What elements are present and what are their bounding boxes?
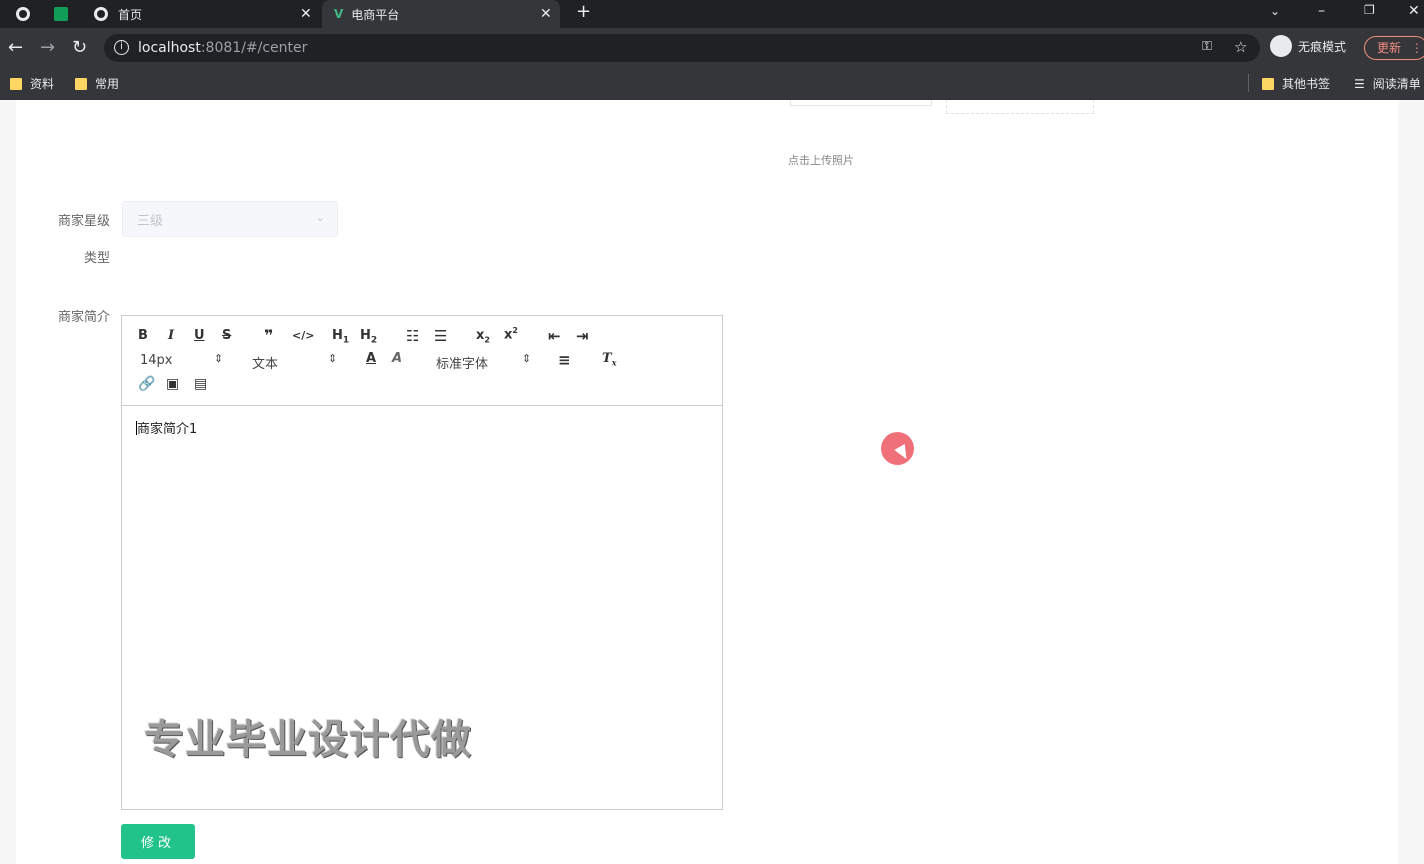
tab-shop[interactable]: V 电商平台 ✕ xyxy=(322,0,560,28)
font-family-select[interactable]: 标准字体 xyxy=(436,353,488,372)
italic-icon[interactable]: I xyxy=(168,328,174,343)
other-bookmarks[interactable]: 其他书签 xyxy=(1262,75,1330,92)
star-bookmark-icon[interactable]: ☆ xyxy=(1234,38,1247,56)
subscript-icon[interactable]: x2 xyxy=(476,328,490,345)
incognito-indicator[interactable]: 无痕模式 xyxy=(1270,35,1346,57)
back-icon[interactable]: ← xyxy=(8,37,23,58)
video-icon[interactable]: ▤ xyxy=(194,376,207,392)
outdent-icon[interactable]: ⇤ xyxy=(548,327,561,345)
editor-content[interactable]: 商家简介1 xyxy=(136,418,197,437)
restore-icon[interactable]: ❐ xyxy=(1364,3,1375,17)
chrome-menu-globe-icon[interactable] xyxy=(14,5,32,23)
bookmark-folder[interactable]: 常用 xyxy=(75,75,119,92)
editor-text: 商家简介1 xyxy=(137,422,198,437)
update-button[interactable]: 更新 ⋮ xyxy=(1364,36,1424,60)
minimize-icon[interactable]: – xyxy=(1318,3,1325,19)
folder-icon xyxy=(10,77,22,90)
uploaded-photo-thumb[interactable] xyxy=(790,100,932,106)
code-block-icon[interactable]: </> xyxy=(292,329,314,342)
key-icon[interactable]: ⚿ xyxy=(1202,39,1212,54)
incognito-icon xyxy=(1270,35,1292,57)
updown-icon: ⇕ xyxy=(522,352,532,365)
strike-icon[interactable]: S xyxy=(222,328,231,343)
updown-icon: ⇕ xyxy=(328,352,338,365)
image-icon[interactable]: ▣ xyxy=(166,376,179,392)
globe-icon xyxy=(94,7,108,21)
upload-hint: 点击上传照片 xyxy=(788,154,854,167)
heading1-icon[interactable]: H1 xyxy=(332,328,349,346)
link-icon[interactable]: 🔗 xyxy=(138,376,155,392)
background-color-icon[interactable]: A xyxy=(392,351,402,366)
tab-shop-label: 电商平台 xyxy=(351,7,400,22)
reading-list[interactable]: ☰ 阅读清单 xyxy=(1354,75,1421,92)
font-size-select[interactable]: 14px xyxy=(140,353,173,368)
star-value: 三级 xyxy=(137,214,164,229)
bookmark-label: 常用 xyxy=(95,77,120,91)
bookmark-label: 阅读清单 xyxy=(1372,77,1421,91)
ordered-list-icon[interactable]: ☷ xyxy=(406,327,419,345)
tab-search-icon[interactable]: ⌄ xyxy=(1270,4,1280,18)
superscript-icon[interactable]: x2 xyxy=(504,326,518,342)
app-tab-icon[interactable] xyxy=(52,5,70,23)
bold-icon[interactable]: B xyxy=(138,328,148,343)
reload-icon[interactable]: ↻ xyxy=(72,37,87,58)
incognito-label: 无痕模式 xyxy=(1298,39,1347,54)
close-tab-icon[interactable]: ✕ xyxy=(300,6,312,22)
address-bar-row: ← → ↻ i localhost:8081/#/center ⚿ ☆ 无痕模式… xyxy=(0,28,1424,68)
submit-button[interactable]: 修改 xyxy=(121,824,195,859)
kebab-menu-icon[interactable]: ⋮ xyxy=(1411,41,1423,55)
font-color-icon[interactable]: A xyxy=(366,351,376,366)
bookmark-label: 资料 xyxy=(30,77,55,91)
tab-home[interactable]: 首页 ✕ xyxy=(84,0,320,28)
star-label: 商家星级 xyxy=(57,214,110,229)
close-window-icon[interactable]: ✕ xyxy=(1408,3,1420,19)
underline-icon[interactable]: U xyxy=(194,328,205,343)
bookmark-divider xyxy=(1248,74,1249,92)
chevron-down-icon: ⌄ xyxy=(315,211,325,224)
align-icon[interactable]: ≡ xyxy=(558,351,571,369)
indent-icon[interactable]: ⇥ xyxy=(576,327,589,345)
close-tab-icon[interactable]: ✕ xyxy=(540,6,552,22)
editor-toolbar: B I U S ❞ </> H1 H2 ☷ ☰ x2 x2 ⇤ ⇥ 14px ⇕… xyxy=(122,316,722,406)
bookmarks-bar: 资料 常用 其他书签 ☰ 阅读清单 xyxy=(0,68,1424,100)
url-text: localhost:8081/#/center xyxy=(138,40,308,56)
updown-icon: ⇕ xyxy=(214,352,224,365)
folder-icon xyxy=(75,77,87,90)
new-tab-icon[interactable]: + xyxy=(576,1,591,22)
blockquote-icon[interactable]: ❞ xyxy=(264,326,273,345)
photo-upload-area[interactable] xyxy=(946,100,1094,114)
heading-select[interactable]: 文本 xyxy=(252,353,278,372)
update-label: 更新 xyxy=(1377,41,1402,55)
browser-tab-bar: 首页 ✕ V 电商平台 ✕ + ⌄ – ❐ ✕ xyxy=(0,0,1424,28)
bullet-list-icon[interactable]: ☰ xyxy=(434,327,447,345)
bookmark-label: 其他书签 xyxy=(1282,77,1331,91)
reading-list-icon: ☰ xyxy=(1354,76,1365,91)
watermark-text: 专业毕业设计代做 xyxy=(144,717,472,763)
folder-icon xyxy=(1262,77,1274,90)
clear-format-icon[interactable]: Tx xyxy=(602,351,616,368)
heading2-icon[interactable]: H2 xyxy=(360,328,377,346)
site-info-icon[interactable]: i xyxy=(114,40,129,55)
type-label: 类型 xyxy=(83,251,110,266)
forward-icon[interactable]: → xyxy=(40,37,55,58)
bookmark-folder[interactable]: 资料 xyxy=(10,75,54,92)
intro-label: 商家简介 xyxy=(57,310,110,325)
star-select[interactable]: 三级 ⌄ xyxy=(122,201,338,237)
tab-home-label: 首页 xyxy=(118,7,143,22)
url-input[interactable]: i localhost:8081/#/center ⚿ ☆ xyxy=(104,34,1260,62)
vue-logo-icon: V xyxy=(334,7,344,21)
